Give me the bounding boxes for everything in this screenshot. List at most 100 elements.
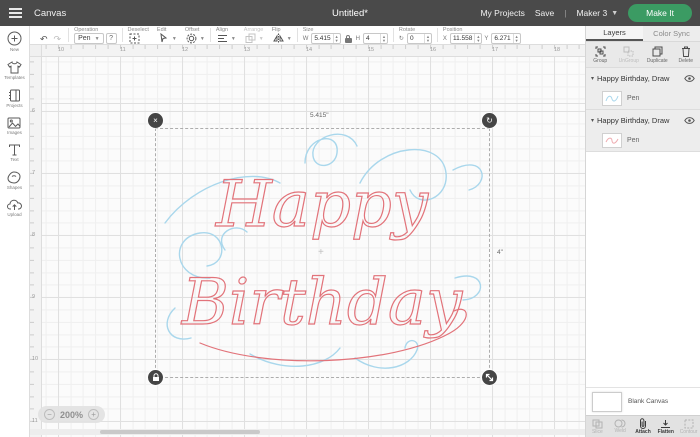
menu-icon[interactable]	[0, 0, 30, 26]
tab-layers[interactable]: Layers	[586, 26, 643, 41]
save-link[interactable]: Save	[535, 8, 554, 18]
zoom-in-button[interactable]: +	[88, 409, 99, 420]
canvas-color-swatch[interactable]	[592, 392, 622, 412]
group-button[interactable]: Group	[586, 42, 615, 67]
slice-button[interactable]: Slice	[586, 416, 609, 437]
arrange-icon[interactable]	[244, 33, 257, 44]
layer-group-row[interactable]: ▾ Happy Birthday, Draw	[586, 110, 700, 130]
top-bar: Canvas Untitled* My Projects Save | Make…	[0, 0, 700, 26]
zoom-control: − 200% +	[38, 406, 105, 423]
resize-handle[interactable]	[482, 370, 497, 385]
height-label: H	[356, 36, 360, 42]
align-icon[interactable]	[216, 33, 229, 44]
upload-cloud-icon	[7, 199, 22, 211]
chevron-down-icon[interactable]: ▼	[172, 36, 177, 42]
ruler-number: 10	[32, 356, 38, 362]
sidebar-item-new[interactable]: New	[7, 31, 22, 52]
chevron-down-icon: ▼	[95, 36, 100, 42]
slice-icon	[592, 419, 603, 429]
canvas-label: Canvas	[34, 8, 66, 19]
project-title: Untitled*	[332, 8, 368, 19]
ruler-number: 11	[32, 418, 38, 424]
horizontal-scrollbar[interactable]	[30, 429, 585, 435]
layer-item-row[interactable]: Pen	[586, 130, 700, 152]
chevron-down-icon[interactable]: ▼	[287, 36, 292, 42]
chevron-down-icon[interactable]: ▾	[591, 75, 594, 82]
lock-handle[interactable]	[148, 370, 163, 385]
visibility-eye-icon[interactable]	[684, 69, 695, 87]
selection-bounding-box[interactable]	[155, 128, 490, 378]
operation-dropdown[interactable]: Pen▼	[74, 33, 103, 44]
sidebar-item-upload[interactable]: Upload	[7, 199, 22, 217]
resize-diagonal-icon	[485, 373, 494, 382]
chevron-down-icon[interactable]: ▼	[231, 36, 236, 42]
redo-icon[interactable]: ↷	[52, 34, 64, 44]
x-field[interactable]: 11.558 ▲▼	[450, 33, 482, 44]
visibility-eye-icon[interactable]	[684, 111, 695, 129]
make-it-button[interactable]: Make It	[628, 4, 692, 22]
remove-handle[interactable]: ×	[148, 113, 163, 128]
ruler-number: 7	[32, 170, 35, 176]
rotate-handle[interactable]: ↻	[482, 113, 497, 128]
rotate-stepper[interactable]: ▲▼	[424, 34, 431, 43]
sidebar-item-projects[interactable]: Projects	[6, 89, 22, 108]
width-field[interactable]: 5.415 ▲▼	[311, 33, 340, 44]
weld-button[interactable]: Weld	[609, 416, 632, 437]
layer-item-row[interactable]: Pen	[586, 88, 700, 110]
layer-group-row[interactable]: ▾ Happy Birthday, Draw	[586, 68, 700, 88]
undo-icon[interactable]: ↶	[38, 34, 50, 44]
edit-toolbar: ↶ ↷ Operation Pen▼ ? Deselect Edit	[30, 26, 585, 45]
lock-icon[interactable]	[345, 35, 352, 43]
image-icon	[7, 117, 21, 129]
tab-color-sync[interactable]: Color Sync	[643, 26, 700, 41]
topbar-separator: |	[564, 8, 566, 18]
flatten-icon	[660, 419, 671, 429]
cricut-design-space-app: Canvas Untitled* My Projects Save | Make…	[0, 0, 700, 437]
sidebar-item-text[interactable]: Text	[8, 144, 21, 162]
shapes-icon	[7, 171, 21, 184]
zoom-out-button[interactable]: −	[44, 409, 55, 420]
y-field[interactable]: 6.271 ▲▼	[491, 33, 520, 44]
attach-icon	[638, 418, 648, 429]
rotate-icon: ↻	[486, 116, 493, 125]
selection-height-label: 4"	[497, 249, 503, 256]
flatten-button[interactable]: Flatten	[654, 416, 677, 437]
height-stepper[interactable]: ▲▼	[380, 34, 387, 43]
sidebar-item-images[interactable]: Images	[7, 117, 22, 135]
width-label: W	[303, 36, 309, 42]
edit-icon[interactable]	[157, 33, 170, 44]
sidebar-item-templates[interactable]: Templates	[4, 61, 25, 80]
width-stepper[interactable]: ▲▼	[333, 34, 340, 43]
machine-selector[interactable]: Maker 3▼	[576, 8, 618, 18]
trash-icon	[681, 46, 691, 57]
delete-button[interactable]: Delete	[672, 42, 700, 67]
duplicate-button[interactable]: Duplicate	[643, 42, 672, 67]
ruler-corner	[30, 45, 42, 57]
deselect-icon[interactable]	[128, 33, 141, 44]
contour-button[interactable]: Contour	[677, 416, 700, 437]
chevron-down-icon[interactable]: ▾	[591, 117, 594, 124]
x-stepper[interactable]: ▲▼	[474, 34, 481, 43]
ruler-number: 18	[554, 47, 560, 53]
scrollbar-thumb[interactable]	[100, 430, 260, 434]
blank-canvas-row: Blank Canvas	[586, 387, 700, 415]
notebook-icon	[8, 89, 21, 102]
layer-thumbnail	[602, 133, 622, 148]
offset-icon[interactable]	[185, 33, 198, 44]
height-field[interactable]: 4 ▲▼	[363, 33, 388, 44]
layer-tools-bar: Slice Weld Attach Flatten Contour	[586, 415, 700, 437]
left-sidebar: New Templates Projects Images Text Shape…	[0, 26, 30, 437]
help-button[interactable]: ?	[106, 33, 117, 44]
attach-button[interactable]: Attach	[632, 416, 655, 437]
chevron-down-icon: ▼	[611, 10, 618, 17]
contour-icon	[684, 419, 694, 429]
y-stepper[interactable]: ▲▼	[513, 34, 520, 43]
my-projects-link[interactable]: My Projects	[480, 8, 524, 18]
sidebar-item-shapes[interactable]: Shapes	[7, 171, 22, 190]
vertical-ruler	[30, 57, 42, 437]
chevron-down-icon[interactable]: ▼	[200, 36, 205, 42]
rotate-field[interactable]: 0 ▲▼	[407, 33, 432, 44]
flip-icon[interactable]	[272, 33, 285, 44]
ungroup-button[interactable]: UnGroup	[615, 42, 644, 67]
y-label: Y	[484, 36, 488, 42]
